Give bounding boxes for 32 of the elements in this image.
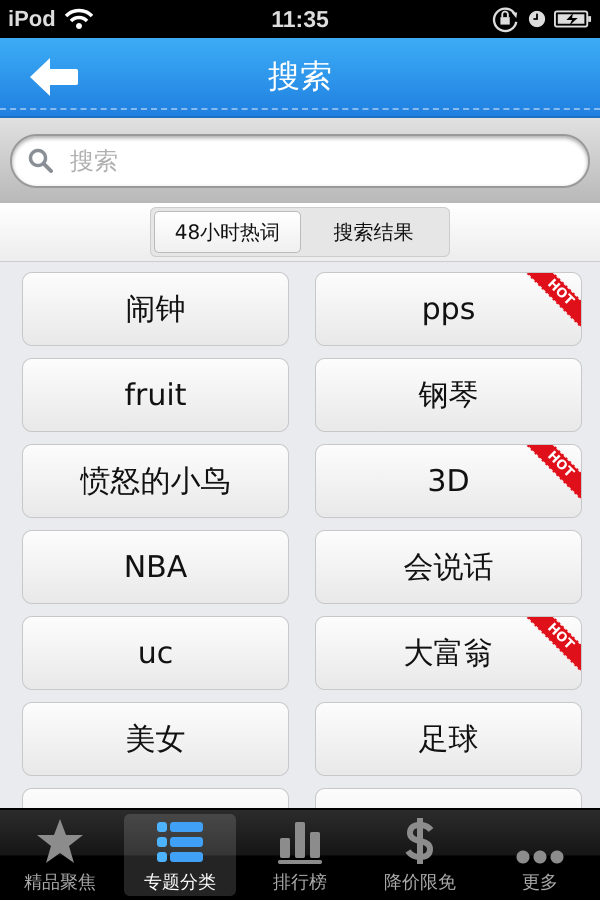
keyword-button[interactable]: uc [22,616,289,690]
tab-bar-item[interactable]: 降价限免 [364,814,476,896]
back-arrow-icon [30,58,78,96]
segment-tab[interactable]: 搜索结果 [301,211,446,253]
tab-bar-item[interactable]: 专题分类 [124,814,236,896]
tab-bar-item[interactable]: 更多 [484,814,596,896]
rotation-lock-icon [492,5,520,33]
tab-bar-item[interactable]: 排行榜 [244,814,356,896]
page-title: 搜索 [268,56,332,97]
keyword-button[interactable]: 闹钟 [22,272,289,346]
keyword-button[interactable]: fruit [22,358,289,432]
keyword-button[interactable]: NBA [22,530,289,604]
keyword-button[interactable]: 愤怒的小鸟 [22,444,289,518]
tab-bar-item[interactable]: 精品聚焦 [4,814,116,896]
carrier-name: iPod [8,6,56,32]
battery-charging-icon [554,9,592,29]
back-button[interactable] [30,58,78,96]
star-icon [36,818,84,864]
search-icon [28,148,54,174]
keyword-button[interactable]: 美女 [22,702,289,776]
bar-chart-icon [278,820,322,864]
search-field[interactable]: 搜索 [10,134,590,188]
alarm-clock-icon [528,10,546,28]
keyword-button[interactable]: 足球 [315,702,582,776]
clock-time: 11:35 [271,6,329,32]
keyword-button[interactable]: 钢琴 [315,358,582,432]
more-icon [516,850,564,864]
wifi-icon [64,8,94,30]
dollar-icon [405,818,435,864]
list-icon [157,822,203,864]
segment-tab[interactable]: 48小时热词 [154,211,301,253]
keyword-button[interactable]: 会说话 [315,530,582,604]
